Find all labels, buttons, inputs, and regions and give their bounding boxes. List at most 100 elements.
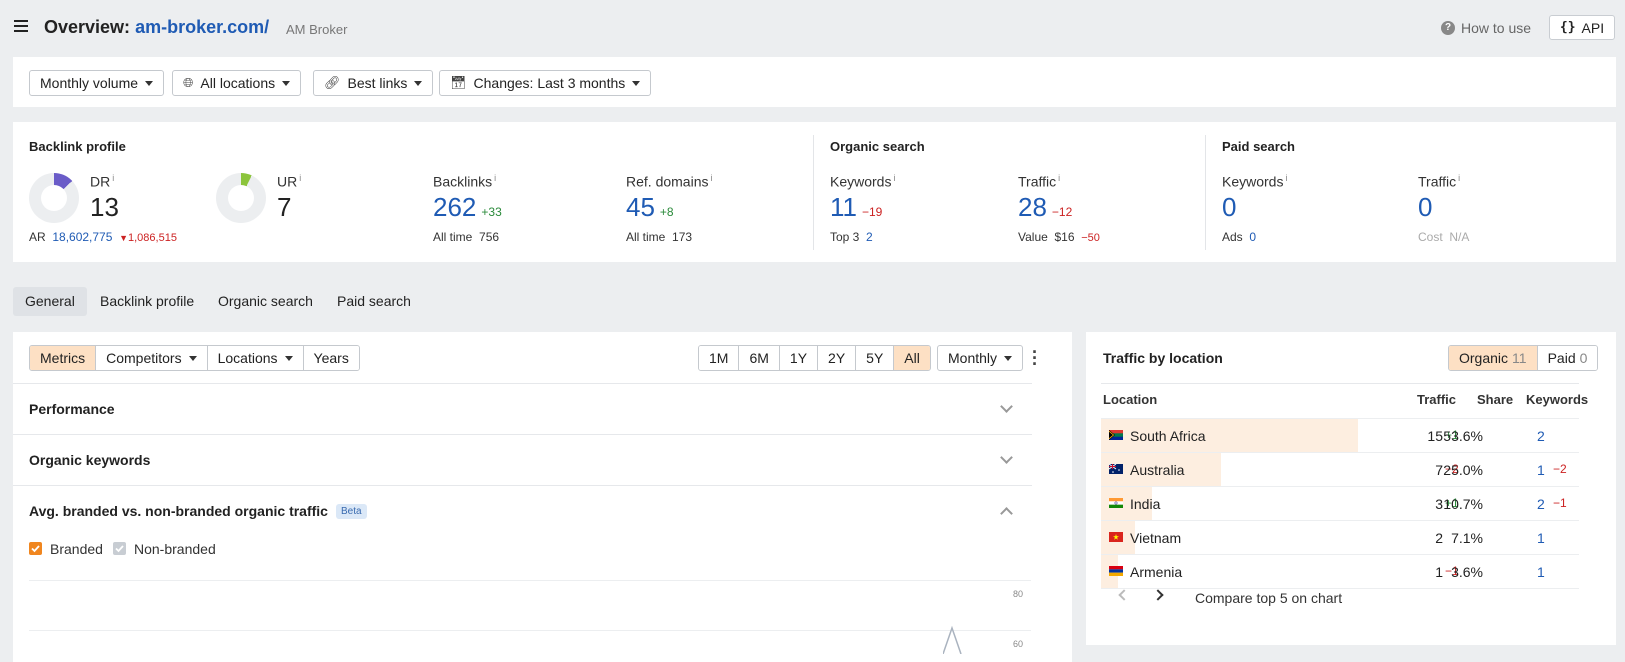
value-delta: −50	[1081, 232, 1100, 244]
range-2y-button[interactable]: 2Y	[818, 346, 857, 370]
table-row[interactable]: Australia 7 −2 25.0% 1 −2	[1101, 452, 1579, 486]
page-subtitle: AM Broker	[286, 22, 348, 37]
ar-value[interactable]: 18,602,775	[52, 230, 112, 244]
changes-dropdown[interactable]: 📅︎ Changes: Last 3 months	[439, 70, 652, 96]
info-icon[interactable]: i	[494, 173, 496, 183]
chevron-down-icon[interactable]	[1000, 451, 1013, 464]
range-all-button[interactable]: All	[894, 346, 930, 370]
locations-view-dropdown[interactable]: Locations	[207, 346, 304, 370]
info-icon[interactable]: i	[710, 173, 712, 183]
volume-dropdown[interactable]: Monthly volume	[29, 70, 165, 96]
tab-general[interactable]: General	[13, 287, 87, 316]
table-row[interactable]: India 3 +1 10.7% 2 −1	[1101, 486, 1579, 520]
paid-search-title: Paid search	[1222, 139, 1295, 154]
paid-keywords-value[interactable]: 0	[1222, 192, 1236, 223]
keywords-delta: −2	[1553, 462, 1567, 476]
organic-keywords-value[interactable]: 11	[830, 192, 857, 222]
country-name[interactable]: Vietnam	[1130, 530, 1181, 546]
keywords-value[interactable]: 1	[1537, 564, 1545, 580]
branded-checkbox[interactable]	[29, 542, 42, 555]
non-branded-checkbox[interactable]	[113, 542, 126, 555]
locations-dropdown[interactable]: 🌐︎ All locations	[172, 70, 302, 96]
backlinks-delta: +33	[481, 205, 502, 219]
paid-keywords-label-text: Keywords	[1222, 173, 1284, 190]
keywords-value[interactable]: 2	[1537, 428, 1545, 444]
title-prefix: Overview:	[44, 17, 131, 37]
ar-label: AR	[29, 230, 46, 244]
range-1m-button[interactable]: 1M	[699, 346, 740, 370]
tab-backlink-profile[interactable]: Backlink profile	[88, 287, 206, 316]
chevron-down-icon[interactable]	[1000, 400, 1013, 413]
column-header-location: Location	[1103, 392, 1158, 407]
organic-toggle[interactable]: Organic 11	[1449, 346, 1538, 370]
range-5y-button[interactable]: 5Y	[856, 346, 895, 370]
domain-link[interactable]: am-broker.com/	[135, 17, 269, 37]
caret-down-icon	[284, 355, 293, 361]
range-6m-button[interactable]: 6M	[739, 346, 780, 370]
backlinks-value[interactable]: 262	[433, 192, 476, 222]
country-name[interactable]: Australia	[1130, 462, 1184, 478]
column-header-traffic[interactable]: Traffic	[1417, 392, 1456, 407]
years-button[interactable]: Years	[303, 346, 359, 370]
performance-section[interactable]: Performance	[13, 383, 1032, 434]
country-name[interactable]: Armenia	[1130, 564, 1182, 580]
organic-count: 11	[1512, 350, 1527, 366]
caret-down-icon	[282, 80, 291, 86]
competitors-dropdown[interactable]: Competitors	[96, 346, 208, 370]
keywords-value[interactable]: 1	[1537, 462, 1545, 478]
dr-label: DR i	[90, 173, 114, 190]
south-africa-flag-icon	[1109, 430, 1123, 440]
top3-value[interactable]: 2	[866, 230, 873, 244]
menu-icon[interactable]	[14, 20, 28, 34]
ads-value[interactable]: 0	[1249, 230, 1256, 244]
api-button[interactable]: {} API	[1549, 15, 1615, 40]
info-icon[interactable]: i	[112, 173, 114, 183]
info-icon[interactable]: i	[1058, 173, 1060, 183]
divider	[1205, 135, 1206, 250]
beta-badge: Beta	[335, 504, 367, 519]
organic-keywords-section[interactable]: Organic keywords	[13, 434, 1032, 485]
chevron-up-icon[interactable]	[1000, 507, 1013, 520]
metrics-button[interactable]: Metrics	[30, 346, 97, 370]
next-page-icon[interactable]	[1152, 589, 1164, 601]
keywords-value[interactable]: 2	[1537, 496, 1545, 512]
check-icon	[115, 545, 124, 553]
info-icon[interactable]: i	[1458, 173, 1460, 183]
info-icon[interactable]: i	[893, 173, 895, 183]
column-header-share[interactable]: Share	[1477, 392, 1513, 407]
range-1y-button[interactable]: 1Y	[779, 346, 819, 370]
how-to-use-link[interactable]: ? How to use	[1441, 20, 1531, 36]
info-icon[interactable]: i	[299, 173, 301, 183]
range-toggle-group: 1M 6M 1Y 2Y 5Y All	[698, 345, 931, 371]
more-options-icon[interactable]: · · ·	[1032, 343, 1038, 373]
keywords-value[interactable]: 1	[1537, 530, 1545, 546]
links-label: Best links	[347, 75, 408, 91]
table-row[interactable]: Vietnam 2 7.1% 1	[1101, 520, 1579, 554]
traffic-by-location-panel: Traffic by location Organic 11 Paid 0 Loca…	[1086, 332, 1616, 645]
value-value: $16	[1054, 230, 1075, 244]
paid-traffic-label: Traffic i	[1418, 173, 1460, 190]
country-name[interactable]: South Africa	[1130, 428, 1206, 444]
paid-keywords-label: Keywords i	[1222, 173, 1287, 190]
organic-toggle-label: Organic	[1459, 350, 1509, 366]
interval-dropdown[interactable]: Monthly	[937, 345, 1024, 371]
share-value: 25.0%	[1443, 462, 1483, 478]
organic-traffic-label-text: Traffic	[1018, 173, 1057, 190]
table-row[interactable]: Armenia 1 −1 3.6% 1	[1101, 554, 1579, 589]
paid-toggle[interactable]: Paid 0	[1537, 346, 1598, 370]
country-name[interactable]: India	[1130, 496, 1160, 512]
chart-line	[943, 625, 962, 654]
tab-organic-search[interactable]: Organic search	[206, 287, 325, 316]
refdomains-value[interactable]: 45	[626, 192, 655, 222]
info-icon[interactable]: i	[1285, 173, 1287, 183]
previous-page-icon[interactable]	[1118, 589, 1130, 601]
compare-top5-link[interactable]: Compare top 5 on chart	[1195, 590, 1342, 606]
tab-paid-search[interactable]: Paid search	[325, 287, 423, 316]
table-row[interactable]: South Africa 15 +1 53.6% 2	[1101, 418, 1579, 452]
column-header-keywords[interactable]: Keywords	[1526, 392, 1588, 407]
organic-traffic-value[interactable]: 28	[1018, 192, 1047, 222]
paid-traffic-value[interactable]: 0	[1418, 192, 1432, 223]
ar-row: AR 18,602,775 ▼1,086,515	[29, 230, 177, 244]
paid-toggle-label: Paid	[1547, 350, 1576, 366]
links-dropdown[interactable]: 🔗︎ Best links	[313, 70, 434, 96]
